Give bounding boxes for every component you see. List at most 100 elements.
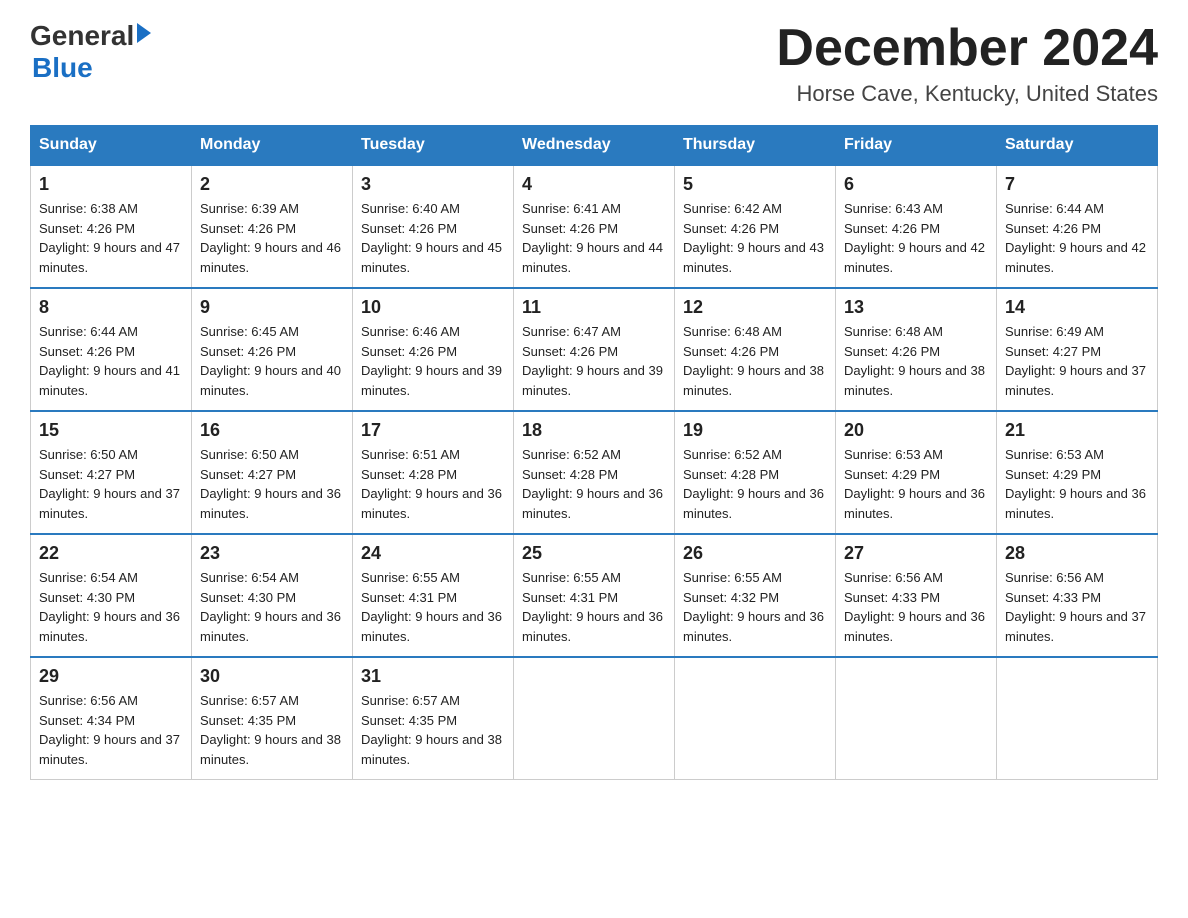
day-info: Sunrise: 6:47 AMSunset: 4:26 PMDaylight:… [522,322,666,400]
day-number: 19 [683,420,827,441]
day-number: 18 [522,420,666,441]
day-info: Sunrise: 6:54 AMSunset: 4:30 PMDaylight:… [39,568,183,646]
calendar-cell: 19 Sunrise: 6:52 AMSunset: 4:28 PMDayligh… [675,411,836,534]
logo-blue-text: Blue [32,52,93,84]
day-info: Sunrise: 6:56 AMSunset: 4:33 PMDaylight:… [844,568,988,646]
logo-arrow-icon [137,23,151,43]
day-number: 6 [844,174,988,195]
page-header: General Blue December 2024 Horse Cave, K… [30,20,1158,107]
day-info: Sunrise: 6:55 AMSunset: 4:32 PMDaylight:… [683,568,827,646]
calendar-cell: 25 Sunrise: 6:55 AMSunset: 4:31 PMDayligh… [514,534,675,657]
weekday-header-thursday: Thursday [675,126,836,166]
calendar-cell: 20 Sunrise: 6:53 AMSunset: 4:29 PMDayligh… [836,411,997,534]
day-number: 29 [39,666,183,687]
day-info: Sunrise: 6:43 AMSunset: 4:26 PMDaylight:… [844,199,988,277]
day-info: Sunrise: 6:41 AMSunset: 4:26 PMDaylight:… [522,199,666,277]
logo-general-text: General [30,20,134,52]
weekday-header-tuesday: Tuesday [353,126,514,166]
calendar-cell: 30 Sunrise: 6:57 AMSunset: 4:35 PMDayligh… [192,657,353,780]
title-block: December 2024 Horse Cave, Kentucky, Unit… [776,20,1158,107]
calendar-cell: 22Sunrise: 6:54 AMSunset: 4:30 PMDayligh… [31,534,192,657]
day-number: 23 [200,543,344,564]
calendar-cell: 31Sunrise: 6:57 AMSunset: 4:35 PMDayligh… [353,657,514,780]
day-number: 20 [844,420,988,441]
calendar-cell: 27 Sunrise: 6:56 AMSunset: 4:33 PMDayligh… [836,534,997,657]
day-info: Sunrise: 6:52 AMSunset: 4:28 PMDaylight:… [683,445,827,523]
day-number: 26 [683,543,827,564]
day-info: Sunrise: 6:46 AMSunset: 4:26 PMDaylight:… [361,322,505,400]
weekday-header-monday: Monday [192,126,353,166]
day-info: Sunrise: 6:51 AMSunset: 4:28 PMDaylight:… [361,445,505,523]
day-number: 5 [683,174,827,195]
day-number: 21 [1005,420,1149,441]
day-info: Sunrise: 6:38 AMSunset: 4:26 PMDaylight:… [39,199,183,277]
day-number: 10 [361,297,505,318]
calendar-cell: 15Sunrise: 6:50 AMSunset: 4:27 PMDayligh… [31,411,192,534]
calendar-cell [675,657,836,780]
calendar-cell: 16Sunrise: 6:50 AMSunset: 4:27 PMDayligh… [192,411,353,534]
calendar-cell: 29 Sunrise: 6:56 AMSunset: 4:34 PMDayligh… [31,657,192,780]
day-info: Sunrise: 6:44 AMSunset: 4:26 PMDaylight:… [39,322,183,400]
day-info: Sunrise: 6:57 AMSunset: 4:35 PMDaylight:… [200,691,344,769]
day-number: 31 [361,666,505,687]
day-number: 2 [200,174,344,195]
calendar-week-3: 15Sunrise: 6:50 AMSunset: 4:27 PMDayligh… [31,411,1158,534]
calendar-cell: 2 Sunrise: 6:39 AMSunset: 4:26 PMDaylight… [192,165,353,288]
day-info: Sunrise: 6:52 AMSunset: 4:28 PMDaylight:… [522,445,666,523]
day-number: 4 [522,174,666,195]
calendar-cell [514,657,675,780]
calendar-cell: 14Sunrise: 6:49 AMSunset: 4:27 PMDayligh… [997,288,1158,411]
weekday-header-wednesday: Wednesday [514,126,675,166]
calendar-week-4: 22Sunrise: 6:54 AMSunset: 4:30 PMDayligh… [31,534,1158,657]
weekday-header-saturday: Saturday [997,126,1158,166]
calendar-cell: 4 Sunrise: 6:41 AMSunset: 4:26 PMDaylight… [514,165,675,288]
calendar-week-5: 29 Sunrise: 6:56 AMSunset: 4:34 PMDayligh… [31,657,1158,780]
calendar-cell: 7 Sunrise: 6:44 AMSunset: 4:26 PMDaylight… [997,165,1158,288]
calendar-cell: 26 Sunrise: 6:55 AMSunset: 4:32 PMDayligh… [675,534,836,657]
day-info: Sunrise: 6:45 AMSunset: 4:26 PMDaylight:… [200,322,344,400]
day-info: Sunrise: 6:44 AMSunset: 4:26 PMDaylight:… [1005,199,1149,277]
day-number: 3 [361,174,505,195]
calendar-cell: 28 Sunrise: 6:56 AMSunset: 4:33 PMDayligh… [997,534,1158,657]
calendar-cell: 10 Sunrise: 6:46 AMSunset: 4:26 PMDayligh… [353,288,514,411]
weekday-header-friday: Friday [836,126,997,166]
day-number: 12 [683,297,827,318]
day-info: Sunrise: 6:40 AMSunset: 4:26 PMDaylight:… [361,199,505,277]
day-number: 25 [522,543,666,564]
weekday-row: SundayMondayTuesdayWednesdayThursdayFrid… [31,126,1158,166]
day-info: Sunrise: 6:55 AMSunset: 4:31 PMDaylight:… [522,568,666,646]
day-info: Sunrise: 6:56 AMSunset: 4:34 PMDaylight:… [39,691,183,769]
day-info: Sunrise: 6:54 AMSunset: 4:30 PMDaylight:… [200,568,344,646]
calendar-cell: 24 Sunrise: 6:55 AMSunset: 4:31 PMDayligh… [353,534,514,657]
calendar-table: SundayMondayTuesdayWednesdayThursdayFrid… [30,125,1158,780]
day-number: 30 [200,666,344,687]
day-info: Sunrise: 6:56 AMSunset: 4:33 PMDaylight:… [1005,568,1149,646]
calendar-cell: 23 Sunrise: 6:54 AMSunset: 4:30 PMDayligh… [192,534,353,657]
calendar-header: SundayMondayTuesdayWednesdayThursdayFrid… [31,126,1158,166]
month-title: December 2024 [776,20,1158,77]
day-number: 9 [200,297,344,318]
calendar-cell: 12Sunrise: 6:48 AMSunset: 4:26 PMDayligh… [675,288,836,411]
day-info: Sunrise: 6:53 AMSunset: 4:29 PMDaylight:… [844,445,988,523]
day-info: Sunrise: 6:39 AMSunset: 4:26 PMDaylight:… [200,199,344,277]
day-info: Sunrise: 6:42 AMSunset: 4:26 PMDaylight:… [683,199,827,277]
day-number: 27 [844,543,988,564]
calendar-week-2: 8Sunrise: 6:44 AMSunset: 4:26 PMDaylight… [31,288,1158,411]
day-info: Sunrise: 6:50 AMSunset: 4:27 PMDaylight:… [39,445,183,523]
logo: General Blue [30,20,151,84]
calendar-week-1: 1 Sunrise: 6:38 AMSunset: 4:26 PMDaylight… [31,165,1158,288]
day-number: 1 [39,174,183,195]
calendar-cell: 9 Sunrise: 6:45 AMSunset: 4:26 PMDaylight… [192,288,353,411]
day-number: 14 [1005,297,1149,318]
calendar-cell [836,657,997,780]
day-number: 7 [1005,174,1149,195]
calendar-cell: 13Sunrise: 6:48 AMSunset: 4:26 PMDayligh… [836,288,997,411]
calendar-body: 1 Sunrise: 6:38 AMSunset: 4:26 PMDaylight… [31,165,1158,780]
day-number: 16 [200,420,344,441]
calendar-cell: 21Sunrise: 6:53 AMSunset: 4:29 PMDayligh… [997,411,1158,534]
day-info: Sunrise: 6:55 AMSunset: 4:31 PMDaylight:… [361,568,505,646]
day-number: 11 [522,297,666,318]
calendar-cell: 8Sunrise: 6:44 AMSunset: 4:26 PMDaylight… [31,288,192,411]
day-number: 24 [361,543,505,564]
day-number: 28 [1005,543,1149,564]
